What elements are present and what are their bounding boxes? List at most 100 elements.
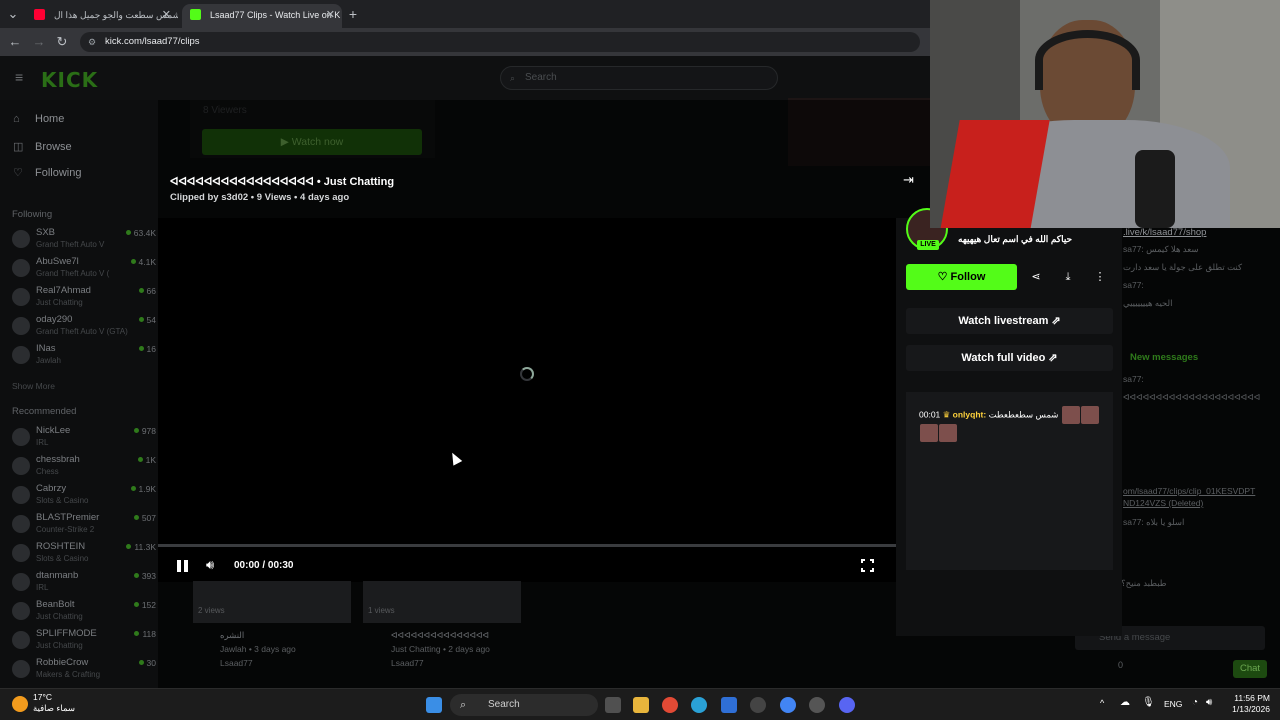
browser-tab-youtube[interactable]: شمس سطعت والجو جميل هذا ال ✕: [26, 4, 178, 28]
close-tab-icon[interactable]: ✕: [162, 4, 171, 26]
pause-button[interactable]: [177, 559, 191, 573]
clip-card-title[interactable]: ᐊᐊᐊᐊᐊᐊᐊᐊᐊᐊᐊᐊᐊᐊᐊ: [391, 630, 489, 641]
collapse-panel-icon[interactable]: ⇥: [903, 172, 914, 188]
youtube-icon: [34, 9, 45, 20]
channel-category: Makers & Crafting: [36, 670, 101, 679]
channel-category: Jawlah: [36, 356, 61, 365]
viewer-count: 1K: [138, 455, 156, 465]
site-info-icon[interactable]: ⚙: [88, 32, 96, 52]
clip-card-channel[interactable]: Lsaad77: [220, 658, 253, 668]
sidebar-channel[interactable]: oday290 Grand Theft Auto V (GTA) 54: [12, 313, 158, 341]
speaker-icon[interactable]: 🔊︎: [1206, 697, 1212, 708]
microphone: [1135, 150, 1175, 228]
volume-icon[interactable]: 🔊︎: [206, 557, 214, 573]
share-icon[interactable]: ⋖: [1025, 266, 1047, 288]
task-view-icon[interactable]: [605, 697, 621, 713]
channel-category: IRL: [36, 438, 49, 447]
clip-thumbnail[interactable]: [193, 581, 351, 623]
back-icon[interactable]: ←: [6, 33, 24, 51]
show-more-link[interactable]: Show More: [12, 381, 55, 391]
new-messages-divider[interactable]: New messages: [1130, 352, 1198, 363]
channel-name: BLASTPremier: [36, 512, 100, 523]
network-tray-icon[interactable]: ☁: [1120, 697, 1130, 708]
sidebar-channel[interactable]: Real7Ahmad Just Chatting 66: [12, 284, 158, 312]
search-placeholder: Search: [525, 72, 557, 83]
search-input[interactable]: ⌕ Search: [500, 66, 778, 90]
weather-icon[interactable]: [12, 696, 28, 712]
channel-name: chessbrah: [36, 454, 80, 465]
pause-icon: [177, 560, 181, 572]
mic-tray-icon[interactable]: 🎙︎: [1142, 697, 1155, 708]
wifi-icon[interactable]: ◔: [1192, 697, 1198, 708]
kick-logo[interactable]: KICK: [41, 68, 98, 92]
channel-category: Counter-Strike 2: [36, 525, 95, 534]
sidebar-channel[interactable]: SPLIFFMODE Just Chatting 118: [12, 627, 158, 655]
reload-icon[interactable]: ↻: [53, 33, 71, 51]
chat-send-button[interactable]: Chat: [1233, 660, 1267, 678]
system-clock[interactable]: 11:56 PM 1/13/2026: [1218, 693, 1270, 715]
time-readout: 00:00 / 00:30: [234, 560, 294, 571]
url-field[interactable]: ⚙ kick.com/lsaad77/clips: [80, 32, 920, 52]
store-icon[interactable]: [721, 697, 737, 713]
browser-tab-bar: ⌄ شمس سطعت والجو جميل هذا ال ✕ Lsaad77 C…: [0, 0, 930, 28]
watch-livestream-button[interactable]: Watch livestream ⇗: [906, 308, 1113, 334]
sidebar: ⌂ Home ◫ Browse ♡ Following Following SXB Gr…: [0, 100, 158, 688]
taskbar-search[interactable]: ⌕ Search: [450, 694, 598, 716]
tray-chevron-icon[interactable]: ^: [1100, 698, 1104, 708]
follow-button[interactable]: ♡ Follow: [906, 264, 1017, 290]
external-link-icon: ⇗: [1051, 315, 1061, 327]
watch-full-video-button[interactable]: Watch full video ⇗: [906, 345, 1113, 371]
follow-label: Follow: [950, 271, 986, 283]
channel-avatar: [12, 660, 30, 678]
download-icon[interactable]: ⤓: [1057, 266, 1079, 288]
sidebar-channel[interactable]: RobbieCrow Makers & Crafting 30: [12, 656, 158, 684]
chrome-profile-icon[interactable]: [780, 697, 796, 713]
sidebar-channel[interactable]: INas Jawlah 16: [12, 342, 158, 370]
chat-line-dim: sa77:: [1123, 280, 1144, 290]
nav-following[interactable]: ♡ Following: [13, 166, 81, 179]
sidebar-channel[interactable]: BLASTPremier Counter-Strike 2 507: [12, 511, 158, 539]
fullscreen-icon[interactable]: [860, 558, 875, 573]
forward-icon[interactable]: →: [30, 33, 48, 51]
clip-card-title[interactable]: النشره: [220, 630, 244, 641]
taskbar-search-label: Search: [488, 699, 520, 710]
browser-tab-kick[interactable]: Lsaad77 Clips - Watch Live on K ✕: [182, 4, 342, 28]
sidebar-channel[interactable]: AbuSwe7l Grand Theft Auto V (4.1K: [12, 255, 158, 283]
new-tab-icon[interactable]: +: [344, 5, 362, 23]
edge-icon[interactable]: [691, 697, 707, 713]
sidebar-channel[interactable]: ROSHTEIN Slots & Casino 11.3K: [12, 540, 158, 568]
channel-avatar: [12, 573, 30, 591]
sidebar-channel[interactable]: Cabrzy Slots & Casino 1.9K: [12, 482, 158, 510]
following-header: Following: [12, 209, 53, 220]
sidebar-channel[interactable]: BeanBolt Just Chatting 152: [12, 598, 158, 626]
channel-name: INas: [36, 343, 56, 354]
tab-list-chevron-icon[interactable]: ⌄: [4, 5, 22, 23]
close-tab-icon[interactable]: ✕: [326, 4, 335, 26]
language-indicator[interactable]: ENG: [1164, 699, 1182, 709]
file-explorer-icon[interactable]: [633, 697, 649, 713]
nav-home[interactable]: ⌂ Home: [13, 113, 64, 125]
app-icon[interactable]: [809, 697, 825, 713]
heart-icon: ♡: [13, 167, 23, 179]
discord-icon[interactable]: [839, 697, 855, 713]
windows-start-icon[interactable]: [426, 697, 442, 713]
chat-username[interactable]: onlyqht:: [953, 409, 987, 419]
nav-browse[interactable]: ◫ Browse: [13, 140, 72, 153]
weather-widget[interactable]: 17°C سماء صافية: [33, 692, 75, 714]
app-icon[interactable]: [750, 697, 766, 713]
viewer-count: 54: [139, 315, 156, 325]
more-options-icon[interactable]: ⋮: [1089, 266, 1111, 288]
sidebar-channel[interactable]: NickLee IRL 978: [12, 424, 158, 452]
clip-card-channel[interactable]: Lsaad77: [391, 658, 424, 668]
sidebar-channel[interactable]: chessbrah Chess 1K: [12, 453, 158, 481]
kick-icon: [190, 9, 201, 20]
video-player[interactable]: [158, 218, 896, 582]
chrome-icon[interactable]: [662, 697, 678, 713]
chat-line-dim: sa77:: [1123, 374, 1144, 384]
sidebar-channel[interactable]: SXB Grand Theft Auto V 63.4K: [12, 226, 158, 254]
menu-icon[interactable]: ≡: [15, 69, 23, 85]
shop-link[interactable]: .live/k/lsaad77/shop: [1123, 227, 1206, 238]
clip-thumbnail[interactable]: [363, 581, 521, 623]
clip-card-meta: Just Chatting • 2 days ago: [391, 644, 490, 654]
sidebar-channel[interactable]: dtanmanb IRL 393: [12, 569, 158, 597]
